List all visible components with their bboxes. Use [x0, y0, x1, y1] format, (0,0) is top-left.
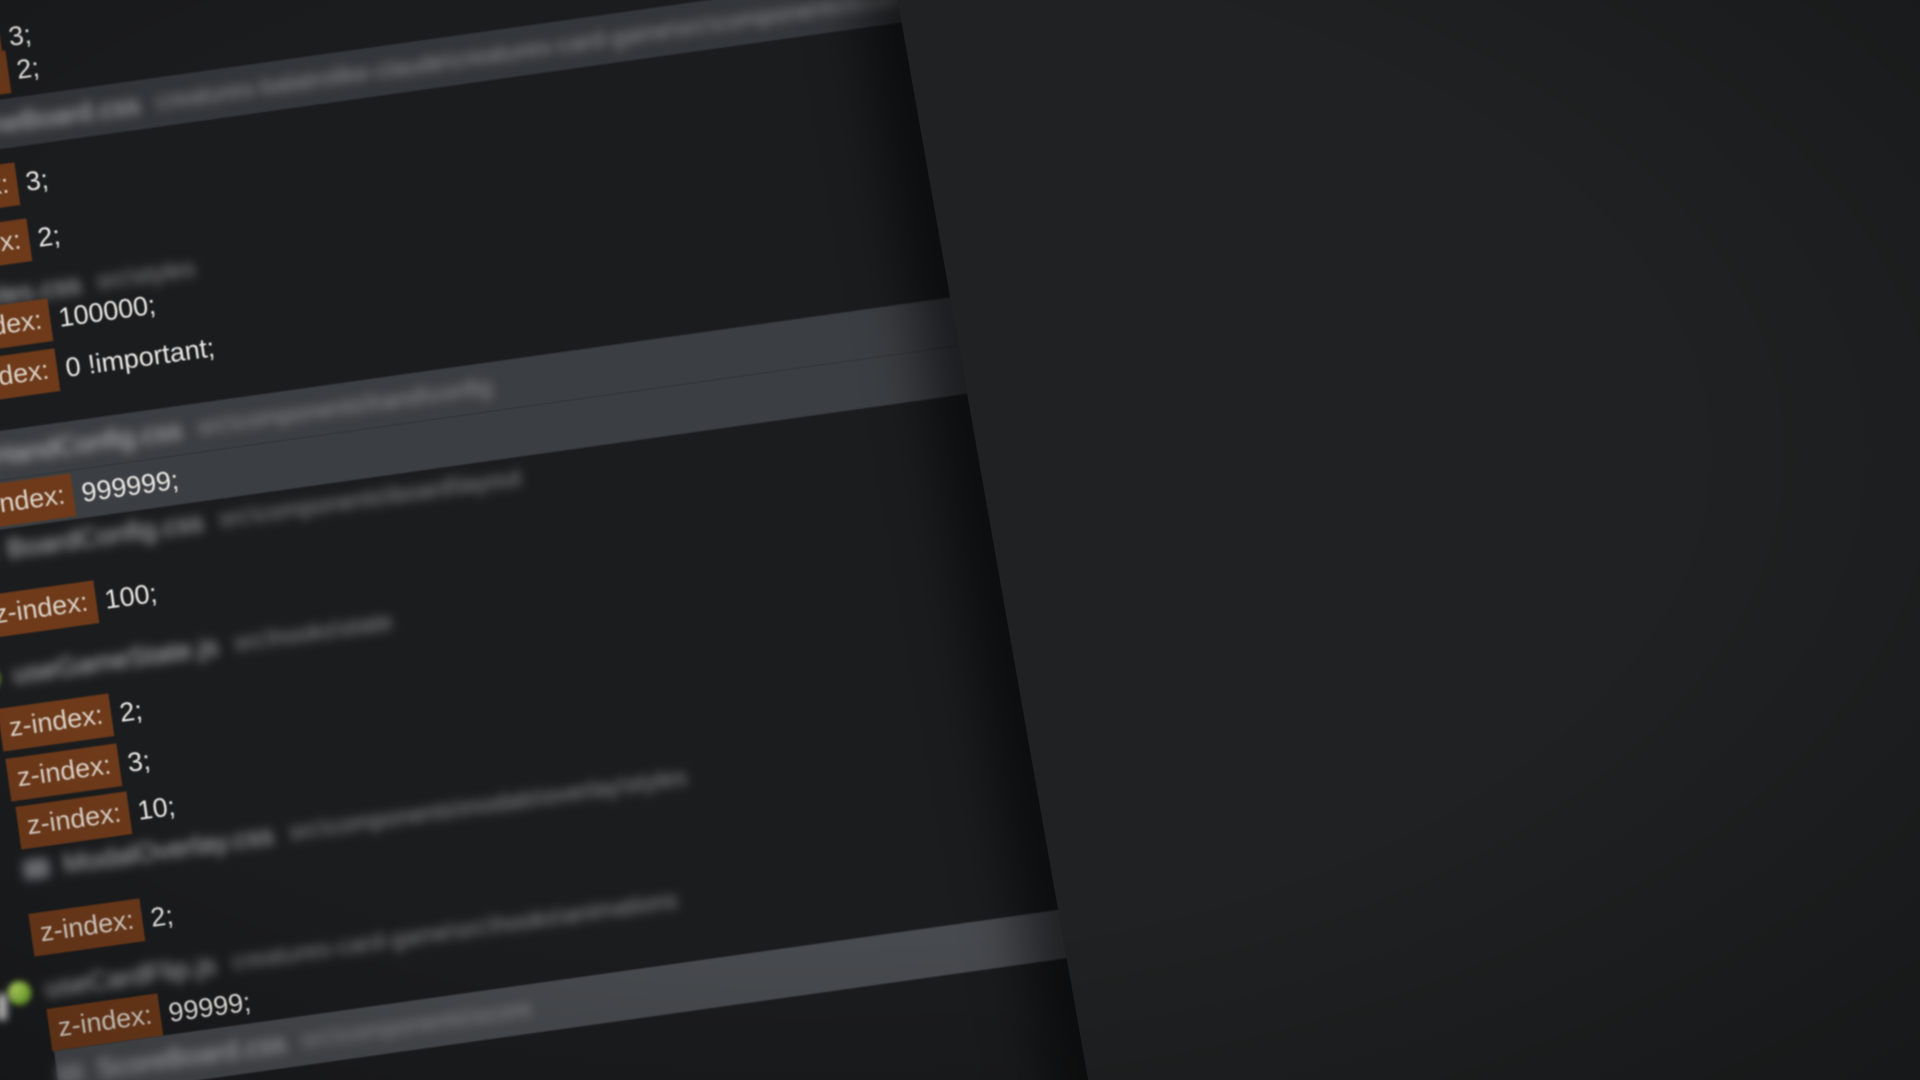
- clipped-icon-fragment: [0, 994, 7, 1020]
- match-value: 0 !important;: [64, 332, 217, 384]
- match-highlight: z-index:: [0, 162, 20, 220]
- match-value: 2;: [15, 52, 42, 86]
- match-value: 99999;: [167, 987, 253, 1029]
- js-file-icon: [6, 979, 33, 1006]
- match-value: 10;: [136, 791, 177, 827]
- file-name: GameBoard.css: [0, 89, 142, 147]
- match-value: 2;: [149, 900, 176, 934]
- match-highlight: z-index:: [0, 580, 99, 638]
- match-value: 2;: [118, 695, 145, 729]
- match-value: 100000;: [57, 290, 158, 334]
- match-highlight: z-index:: [28, 898, 144, 956]
- match-value: 3;: [126, 745, 153, 779]
- match-value: 3;: [24, 164, 51, 198]
- blurred-file-icon: [56, 1062, 85, 1080]
- match-highlight: z-index:: [0, 348, 60, 406]
- search-results-screenshot: z-index:3;z-index:2;GameBoard.csscreatur…: [0, 0, 1920, 1080]
- blurred-file-icon: [22, 857, 51, 880]
- file-path: src\hooks\state: [232, 608, 394, 658]
- js-file-icon: [0, 665, 1, 692]
- match-value: 100;: [103, 578, 159, 616]
- match-value: 2;: [36, 220, 63, 254]
